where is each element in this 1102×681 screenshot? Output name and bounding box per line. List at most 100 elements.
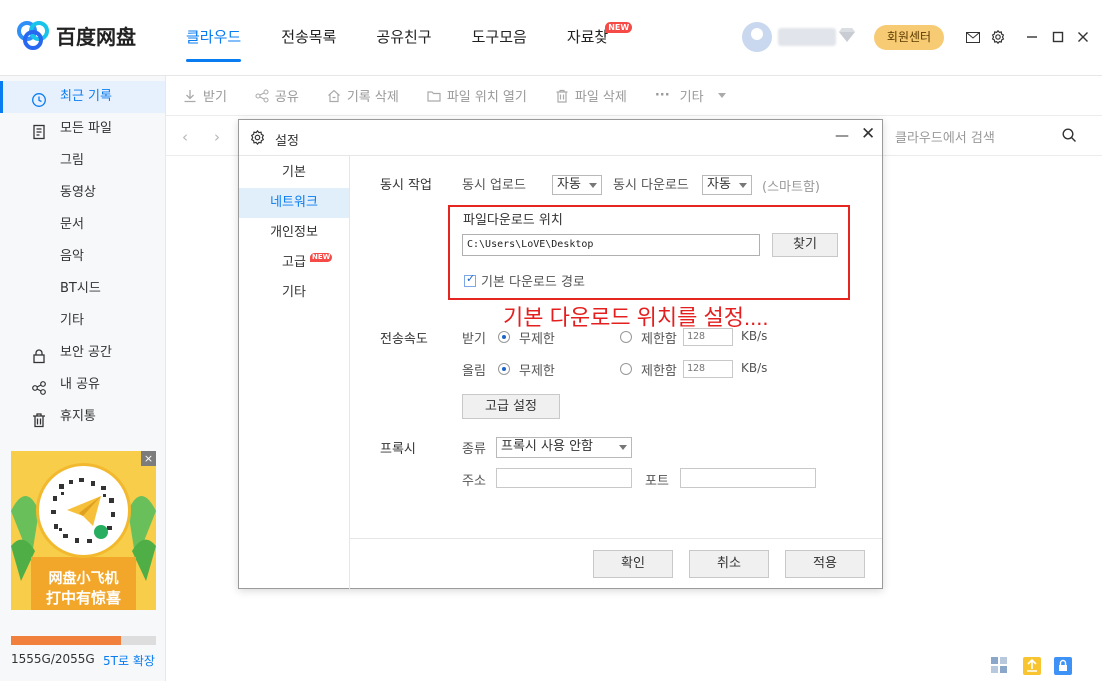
sidebar-item-label: 문서 (60, 217, 84, 232)
app-logo[interactable]: 百度网盘 (16, 20, 136, 50)
upload-unit-label: KB/s (741, 361, 768, 375)
gear-icon (250, 129, 265, 149)
share-button[interactable]: 공유 (255, 86, 299, 105)
nav-tab-label: 전송목록 (281, 28, 337, 46)
nav-tab-cloud[interactable]: 클라우드 (172, 0, 255, 76)
download-limit-input[interactable]: 128 (683, 328, 733, 346)
ad-close-icon[interactable]: × (141, 451, 156, 466)
cancel-button[interactable]: 취소 (689, 550, 769, 578)
dialog-tab-network[interactable]: 네트워크 (239, 188, 349, 218)
settings-gear-icon[interactable] (989, 28, 1007, 46)
sidebar-item-torrents[interactable]: BT시드 (0, 273, 165, 305)
proxy-port-input[interactable] (680, 468, 816, 488)
sidebar-item-label: 휴지통 (60, 409, 96, 424)
window-close-icon[interactable] (1074, 28, 1092, 46)
back-arrow-icon[interactable]: ‹ (182, 128, 188, 146)
dialog-tab-advanced[interactable]: 고급 NEW (239, 248, 349, 278)
dialog-tab-label: 고급 (282, 255, 306, 270)
nav-tab-transfer[interactable]: 전송목록 (267, 0, 350, 76)
home-icon (327, 89, 340, 102)
more-button[interactable]: ··· 기타 (655, 86, 732, 105)
expand-storage-link[interactable]: 5T로 확장 (103, 652, 155, 669)
dialog-tab-other[interactable]: 기타 (239, 278, 349, 308)
sidebar-item-music[interactable]: 음악 (0, 241, 165, 273)
qr-code-icon (36, 463, 131, 558)
dialog-close-icon[interactable]: ✕ (861, 124, 875, 144)
ad-line2: 打中有惊喜 (45, 589, 121, 607)
nav-tab-friends[interactable]: 공유친구 (362, 0, 445, 76)
download-button[interactable]: 받기 (183, 86, 227, 105)
apply-button[interactable]: 적용 (785, 550, 865, 578)
dialog-tab-basic[interactable]: 기본 (239, 158, 349, 188)
username-blurred[interactable] (778, 28, 836, 46)
default-path-checkbox[interactable] (464, 272, 476, 287)
delete-record-button[interactable]: 기록 삭제 (327, 86, 399, 105)
advanced-settings-button[interactable]: 고급 설정 (462, 394, 560, 419)
ad-line1: 网盘小飞机 (48, 571, 119, 587)
nav-tab-label: 도구모음 (471, 28, 527, 46)
window-minimize-icon[interactable] (1023, 28, 1041, 46)
sidebar-item-other[interactable]: 기타 (0, 305, 165, 337)
folder-icon (427, 90, 441, 102)
sidebar-item-documents[interactable]: 문서 (0, 209, 165, 241)
window-maximize-icon[interactable] (1049, 28, 1067, 46)
proxy-address-input[interactable] (496, 468, 632, 488)
logo-text: 百度网盘 (56, 24, 136, 49)
concurrent-download-select[interactable]: 자동 (702, 175, 752, 195)
upload-limited-radio[interactable] (620, 363, 632, 375)
search-icon[interactable] (1062, 128, 1077, 147)
lock-icon[interactable] (1053, 656, 1073, 676)
sidebar-item-label: 음악 (60, 249, 84, 264)
dialog-nav: 기본 네트워크 개인정보 고급 NEW 기타 (239, 156, 350, 589)
proxy-type-select[interactable]: 프록시 사용 안함 (496, 437, 632, 458)
new-badge: NEW (310, 253, 333, 262)
browse-button[interactable]: 찾기 (772, 233, 838, 257)
download-limited-label: 제한함 (641, 332, 677, 347)
grid-view-icon[interactable] (990, 656, 1010, 676)
search-input[interactable]: 클라우드에서 검색 (895, 127, 995, 146)
download-path-input[interactable]: C:\Users\LoVE\Desktop (462, 234, 760, 256)
dialog-tab-privacy[interactable]: 개인정보 (239, 218, 349, 248)
avatar[interactable] (742, 22, 772, 52)
sidebar-item-label: 최근 기록 (60, 89, 112, 104)
sidebar-item-label: 모든 파일 (60, 121, 112, 136)
member-center-button[interactable]: 회원센터 (874, 25, 944, 50)
sidebar-item-recent[interactable]: 최근 기록 (0, 81, 165, 113)
sidebar-item-videos[interactable]: 동영상 (0, 177, 165, 209)
share-icon (255, 89, 269, 102)
upload-unlimited-radio[interactable] (498, 363, 510, 375)
baidu-cloud-logo-icon (16, 20, 50, 50)
trash-icon (31, 409, 47, 428)
dialog-minimize-icon[interactable]: — (835, 128, 849, 144)
sidebar-item-all-files[interactable]: 모든 파일 (0, 113, 165, 145)
upload-icon[interactable] (1022, 656, 1042, 676)
promo-banner[interactable]: × 网盘小飞机 打中有惊喜 (11, 451, 156, 610)
download-unlimited-radio[interactable] (498, 331, 510, 343)
chevron-down-icon (619, 445, 627, 450)
document-icon (31, 121, 47, 140)
smart-hint: (스마트함) (762, 180, 820, 195)
nav-tab-tools[interactable]: 도구모음 (458, 0, 541, 76)
sidebar-item-my-shares[interactable]: 내 공유 (0, 369, 165, 401)
download-limited-radio[interactable] (620, 331, 632, 343)
nav-tab-search-resources[interactable]: 자료찾 NEW (553, 0, 633, 76)
settings-dialog: 설정 — ✕ 기본 네트워크 개인정보 고급 NEW 기타 동시 작업 동시 업로… (238, 119, 883, 589)
forward-arrow-icon[interactable]: › (214, 128, 220, 146)
sidebar-item-images[interactable]: 그림 (0, 145, 165, 177)
sidebar-item-trash[interactable]: 휴지통 (0, 401, 165, 433)
ok-button[interactable]: 확인 (593, 550, 673, 578)
toolbar-label: 기록 삭제 (346, 90, 399, 105)
upload-limit-input[interactable]: 128 (683, 360, 733, 378)
concurrent-upload-select[interactable]: 자동 (552, 175, 602, 195)
mail-icon[interactable] (964, 28, 982, 46)
sidebar-item-secure-space[interactable]: 보안 공간 (0, 337, 165, 369)
open-file-location-button[interactable]: 파일 위치 열기 (427, 86, 527, 105)
delete-file-button[interactable]: 파일 삭제 (555, 86, 627, 105)
vip-diamond-icon[interactable] (838, 27, 856, 47)
select-value: 자동 (707, 177, 731, 192)
select-value: 자동 (557, 177, 581, 192)
new-badge: NEW (605, 22, 633, 33)
chevron-down-icon (739, 183, 747, 188)
speed-download-label: 받기 (462, 332, 486, 347)
sidebar-item-label: 동영상 (60, 185, 96, 200)
